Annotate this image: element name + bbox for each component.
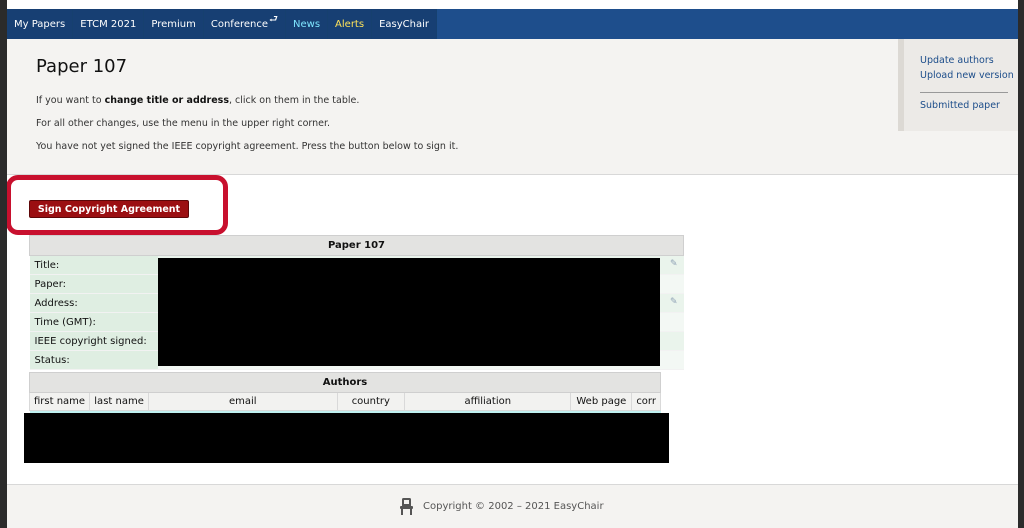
nav-alerts[interactable]: Alerts: [328, 9, 373, 39]
row-label: IEEE copyright signed:: [29, 331, 158, 351]
column-header-corr: corr: [631, 392, 661, 411]
side-menu-filler: [898, 131, 1018, 175]
easychair-logo-icon: [400, 498, 413, 515]
column-header-country: country: [336, 392, 406, 411]
redaction-box: [158, 258, 660, 366]
update-authors-link[interactable]: Update authors: [920, 55, 994, 66]
footer: Copyright © 2002 – 2021 EasyChair: [7, 484, 1018, 528]
top-strip: [7, 0, 1018, 15]
instruction-change-title: If you want to change title or address, …: [36, 95, 359, 106]
nav-label: My Papers: [14, 18, 66, 30]
redaction-box: [24, 413, 669, 463]
nav-label: Premium: [151, 18, 196, 30]
nav-label: News: [293, 18, 321, 30]
page-header: Paper 107 If you want to change title or…: [7, 39, 898, 175]
page-title: Paper 107: [36, 56, 128, 77]
sign-copyright-button[interactable]: Sign Copyright Agreement: [29, 200, 189, 218]
nav-my-papers[interactable]: My Papers: [7, 9, 74, 39]
instruction-bold: change title or address: [104, 95, 229, 106]
column-header-web-page: Web page: [570, 392, 633, 411]
copyright-text: Copyright © 2002 – 2021 EasyChair: [423, 501, 604, 512]
nav-label: EasyChair: [379, 18, 429, 30]
nav-news[interactable]: News: [286, 9, 329, 39]
nav-premium[interactable]: Premium: [144, 9, 204, 39]
row-label: Paper:: [29, 274, 158, 294]
top-nav: My Papers ETCM 2021 Premium Conference ⮐ …: [7, 9, 1018, 39]
return-arrow-icon: ⮐: [269, 13, 279, 25]
easychair-logo-fragment: [25, 0, 65, 15]
nav-conference[interactable]: Conference ⮐: [203, 9, 287, 39]
submitted-paper-link[interactable]: Submitted paper: [920, 100, 1000, 111]
upload-new-version-link[interactable]: Upload new version: [920, 70, 1014, 81]
column-header-email: email: [148, 392, 338, 411]
paper-table-caption: Paper 107: [29, 235, 684, 256]
side-menu: Update authors Upload new version Submit…: [898, 39, 1018, 131]
row-label: Status:: [29, 350, 158, 370]
row-label: Title:: [29, 255, 158, 275]
nav-etcm-2021[interactable]: ETCM 2021: [73, 9, 145, 39]
column-header-affiliation: affiliation: [404, 392, 572, 411]
authors-table-caption: Authors: [29, 372, 661, 393]
instruction-text: If you want to: [36, 95, 105, 106]
instruction-text: , click on them in the table.: [229, 95, 360, 106]
row-label: Time (GMT):: [29, 312, 158, 332]
pencil-icon[interactable]: ✎: [670, 259, 678, 269]
page: My Papers ETCM 2021 Premium Conference ⮐ …: [7, 0, 1018, 528]
instruction-copyright: You have not yet signed the IEEE copyrig…: [36, 141, 459, 152]
nav-label: Conference: [210, 18, 269, 30]
instruction-other-changes: For all other changes, use the menu in t…: [36, 118, 331, 129]
column-header-first-name: first name: [28, 392, 91, 411]
pencil-icon[interactable]: ✎: [670, 297, 678, 307]
nav-easychair[interactable]: EasyChair: [372, 9, 437, 39]
nav-label: ETCM 2021: [80, 18, 137, 30]
nav-label: Alerts: [335, 18, 365, 30]
column-header-last-name: last name: [89, 392, 150, 411]
row-label: Address:: [29, 293, 158, 313]
side-menu-divider: [920, 92, 1008, 93]
